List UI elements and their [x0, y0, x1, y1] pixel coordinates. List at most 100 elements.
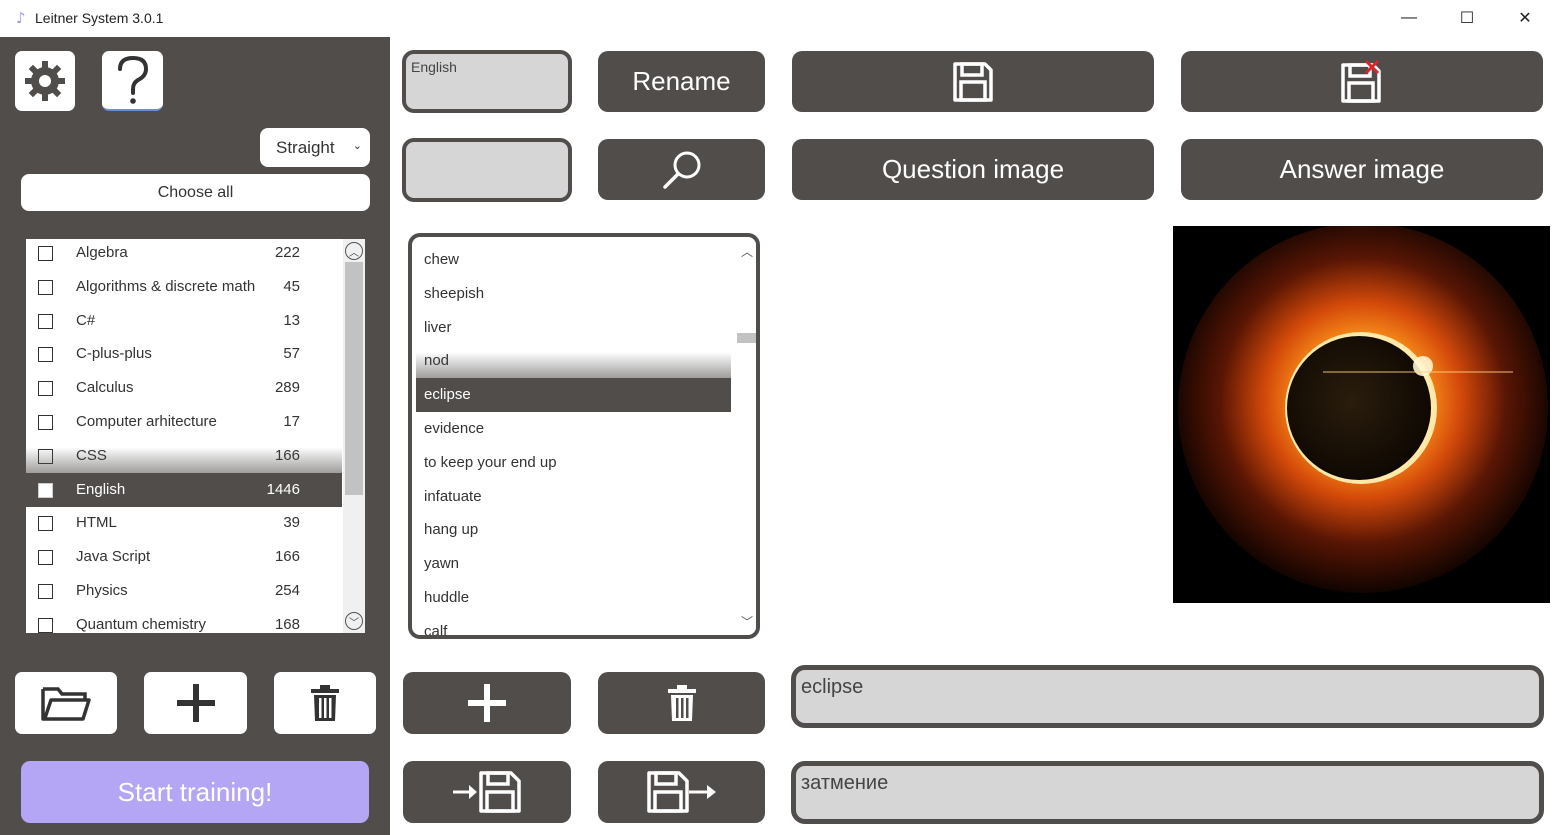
left-panel: Straight ⌄ Choose all Algebra 222 Algorith… [0, 37, 390, 835]
choose-all-label: Choose all [157, 183, 234, 201]
category-checkbox[interactable] [38, 381, 53, 397]
deck-name-input[interactable]: English [402, 50, 572, 113]
word-list-item[interactable]: eclipse [416, 378, 731, 413]
category-row[interactable]: Quantum chemistry 168 [26, 608, 342, 633]
scroll-thumb[interactable] [345, 262, 363, 495]
word-scroll-thumb[interactable] [737, 333, 756, 343]
category-checkbox[interactable] [38, 516, 53, 532]
category-row[interactable]: Java Script 166 [26, 540, 342, 574]
question-image-button[interactable]: Question image [792, 139, 1154, 200]
trash-icon [311, 685, 339, 721]
word-list-scrollbar[interactable]: ︿ ﹀ [737, 241, 756, 631]
category-checkbox[interactable] [38, 279, 53, 295]
category-row[interactable]: Calculus 289 [26, 371, 342, 405]
word-list-item[interactable]: infatuate [416, 480, 731, 514]
category-checkbox[interactable] [38, 415, 53, 430]
category-checkbox[interactable] [38, 313, 53, 329]
search-input[interactable] [402, 138, 572, 202]
answer-image-button[interactable]: Answer image [1181, 139, 1543, 200]
save-button[interactable] [792, 51, 1154, 112]
maximize-button[interactable]: ☐ [1438, 0, 1496, 36]
scroll-down-icon[interactable]: ﹀ [741, 613, 753, 630]
word-list-item[interactable]: evidence [416, 412, 731, 446]
category-count: 166 [274, 548, 300, 566]
category-name: C-plus-plus [76, 345, 152, 363]
discard-save-button[interactable] [1181, 51, 1543, 112]
question-text-field[interactable]: eclipse [791, 665, 1544, 728]
export-save-icon [646, 771, 716, 813]
category-list[interactable]: Algebra 222 Algorithms & discrete math 45 C#… [26, 239, 343, 633]
import-button[interactable] [403, 761, 571, 823]
category-row[interactable]: Algorithms & discrete math 45 [26, 270, 342, 304]
import-save-icon [453, 771, 521, 813]
category-count: 254 [274, 582, 300, 599]
category-checkbox[interactable] [38, 584, 53, 599]
word-list-item[interactable]: to keep your end up [416, 446, 731, 480]
answer-image-label: Answer image [1279, 154, 1445, 184]
category-row[interactable]: Computer arhitecture 17 [26, 405, 342, 439]
deck-name-value: English [411, 59, 457, 75]
category-checkbox[interactable] [38, 482, 53, 498]
rename-button[interactable]: Rename [598, 51, 765, 112]
export-button[interactable] [598, 761, 765, 823]
category-name: Java Script [76, 548, 151, 566]
minimize-button[interactable]: — [1380, 0, 1438, 36]
category-checkbox[interactable] [38, 246, 53, 261]
add-category-button[interactable] [144, 672, 247, 734]
delete-category-button[interactable] [274, 672, 376, 734]
word-list-item[interactable]: chew [416, 243, 731, 277]
trash-icon [667, 685, 696, 721]
category-checkbox[interactable] [38, 347, 53, 363]
category-row[interactable]: HTML 39 [26, 506, 342, 540]
category-count: 39 [283, 514, 300, 532]
window-title: Leitner System 3.0.1 [35, 10, 164, 26]
gear-icon [25, 61, 65, 101]
scroll-down-icon[interactable]: ﹀ [345, 612, 363, 630]
start-training-button[interactable]: Start training! [21, 761, 369, 823]
scroll-up-icon[interactable]: ︿ [741, 243, 753, 260]
question-mark-icon [117, 55, 148, 104]
word-list-item[interactable]: calf [416, 615, 731, 635]
category-count: 17 [283, 413, 300, 430]
add-word-button[interactable] [403, 672, 571, 734]
category-name: Physics [76, 582, 128, 599]
category-count: 57 [283, 345, 300, 363]
category-name: Quantum chemistry [76, 615, 207, 633]
word-list-item[interactable]: huddle [416, 581, 731, 615]
plus-icon [176, 684, 215, 722]
category-checkbox[interactable] [38, 550, 53, 566]
category-row[interactable]: English 1446 [26, 472, 342, 507]
delete-word-button[interactable] [598, 672, 765, 734]
category-row[interactable]: C# 13 [26, 304, 342, 338]
category-scrollbar[interactable]: ︿ ﹀ [343, 239, 365, 633]
category-name: English [76, 480, 126, 498]
category-name: Algebra [76, 244, 128, 261]
category-count: 13 [283, 311, 300, 329]
word-list[interactable]: chewsheepishlivernodeclipseevidenceto ke… [408, 233, 760, 639]
settings-button[interactable] [15, 51, 75, 111]
answer-image [1173, 226, 1550, 603]
help-button[interactable] [102, 51, 163, 111]
category-row[interactable]: C-plus-plus 57 [26, 337, 342, 371]
scroll-up-icon[interactable]: ︿ [345, 242, 363, 260]
category-count: 222 [274, 244, 300, 261]
close-button[interactable]: ✕ [1496, 0, 1554, 36]
rename-label: Rename [632, 66, 731, 96]
folder-icon [41, 687, 91, 721]
word-list-item[interactable]: sheepish [416, 277, 731, 311]
mode-select[interactable]: Straight ⌄ [260, 128, 370, 167]
category-count: 168 [274, 615, 300, 633]
answer-text-field[interactable]: затмение [791, 761, 1544, 824]
category-row[interactable]: Algebra 222 [26, 239, 342, 270]
category-checkbox[interactable] [38, 617, 53, 633]
search-button[interactable] [598, 139, 765, 200]
word-list-item[interactable]: yawn [416, 547, 731, 581]
save-icon [953, 61, 993, 102]
open-folder-button[interactable] [15, 672, 117, 734]
start-training-label: Start training! [117, 776, 273, 807]
word-list-item[interactable]: hang up [416, 513, 731, 547]
save-cancel-icon [1341, 59, 1381, 103]
word-list-item[interactable]: liver [416, 311, 731, 345]
category-row[interactable]: Physics 254 [26, 574, 342, 608]
choose-all-button[interactable]: Choose all [21, 174, 370, 211]
